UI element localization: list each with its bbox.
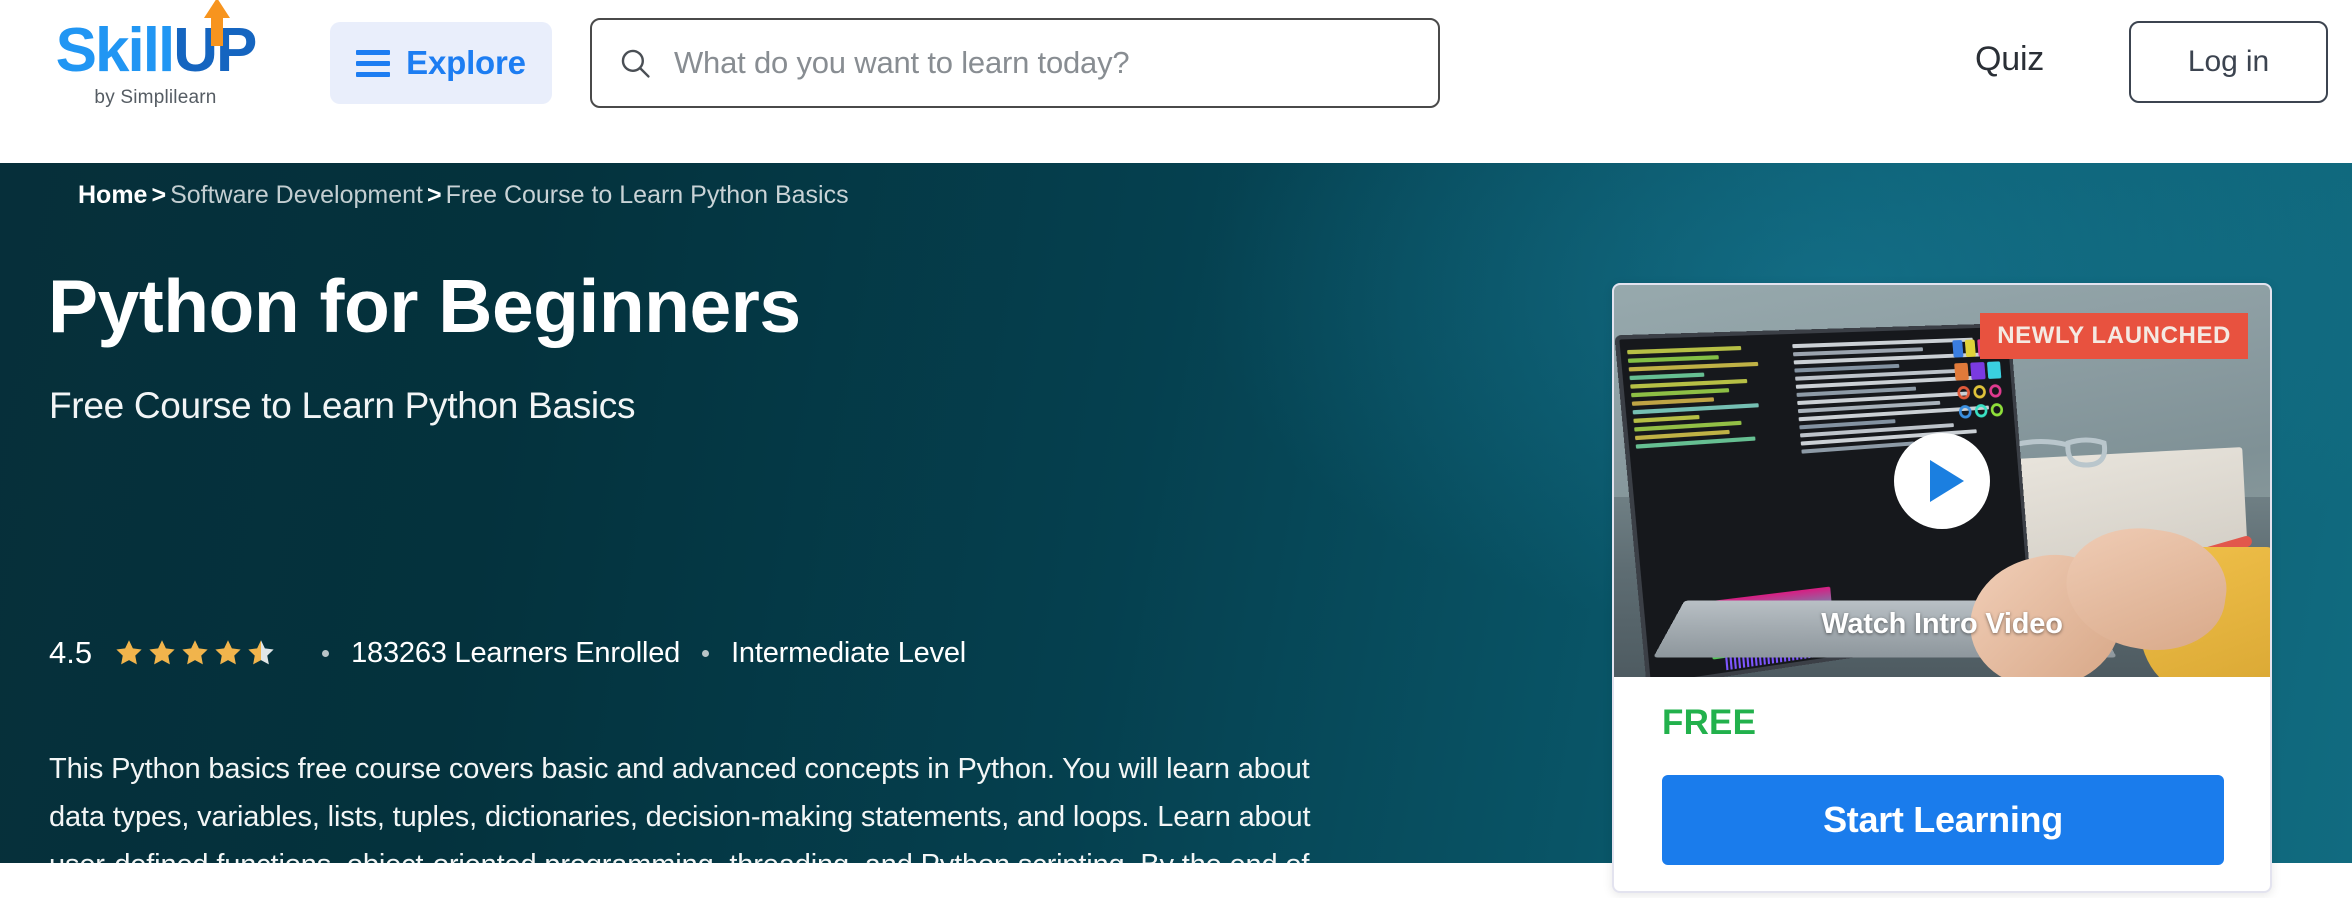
page-subtitle: Free Course to Learn Python Basics [49,385,635,427]
top-navigation-bar: SkillUP by Simplilearn Explore What do y… [0,0,2352,163]
play-video-button[interactable] [1894,433,1990,529]
intro-video-thumbnail[interactable]: NEWLY LAUNCHED Watch Intro Video [1614,285,2270,677]
breadcrumb-separator: > [151,181,166,209]
page-title: Python for Beginners [48,263,801,349]
search-input[interactable]: What do you want to learn today? [590,18,1440,108]
course-level: Intermediate Level [731,637,966,670]
search-placeholder-text: What do you want to learn today? [674,45,1129,81]
star-filled-icon [180,638,210,668]
logo-tagline: by Simplilearn [94,87,216,109]
site-logo[interactable]: SkillUP by Simplilearn [48,20,263,138]
breadcrumb-item-home[interactable]: Home [78,181,147,209]
star-filled-icon [147,638,177,668]
quiz-link[interactable]: Quiz [1975,40,2044,79]
breadcrumb-item-current: Free Course to Learn Python Basics [446,181,849,209]
course-enroll-card: NEWLY LAUNCHED Watch Intro Video FREE St… [1612,283,2272,893]
price-label: FREE [1662,703,2222,743]
watch-intro-video-label: Watch Intro Video [1614,608,2270,641]
star-half-icon [246,638,276,668]
newly-launched-badge: NEWLY LAUNCHED [1980,313,2248,359]
start-learning-button[interactable]: Start Learning [1662,775,2224,865]
meta-separator-dot-2 [702,650,709,657]
search-icon [618,46,652,80]
meta-separator-dot [322,650,329,657]
donut-charts-2 [1958,403,2003,419]
star-filled-icon [213,638,243,668]
star-filled-icon [114,638,144,668]
play-icon [1930,460,1964,502]
course-description: This Python basics free course covers ba… [49,745,1349,863]
breadcrumb-item-category[interactable]: Software Development [170,181,423,209]
card-body: FREE Start Learning [1614,677,2270,865]
login-button[interactable]: Log in [2129,21,2328,103]
color-swatches-2 [1954,361,2001,380]
donut-charts [1957,384,2002,400]
hamburger-menu-icon [356,50,390,77]
course-meta-row: 4.5 183263 Learners Enrolled Intermediat… [49,635,966,671]
explore-button-label: Explore [406,44,526,82]
rating-value: 4.5 [49,635,92,671]
explore-button[interactable]: Explore [330,22,552,104]
breadcrumb: Home > Software Development > Free Course to… [78,181,849,210]
logo-text-skill: Skill [56,16,174,85]
logo-wordmark: SkillUP [56,20,256,82]
learners-enrolled: 183263 Learners Enrolled [351,637,680,670]
rating-stars [114,638,276,668]
breadcrumb-separator-2: > [427,181,442,209]
